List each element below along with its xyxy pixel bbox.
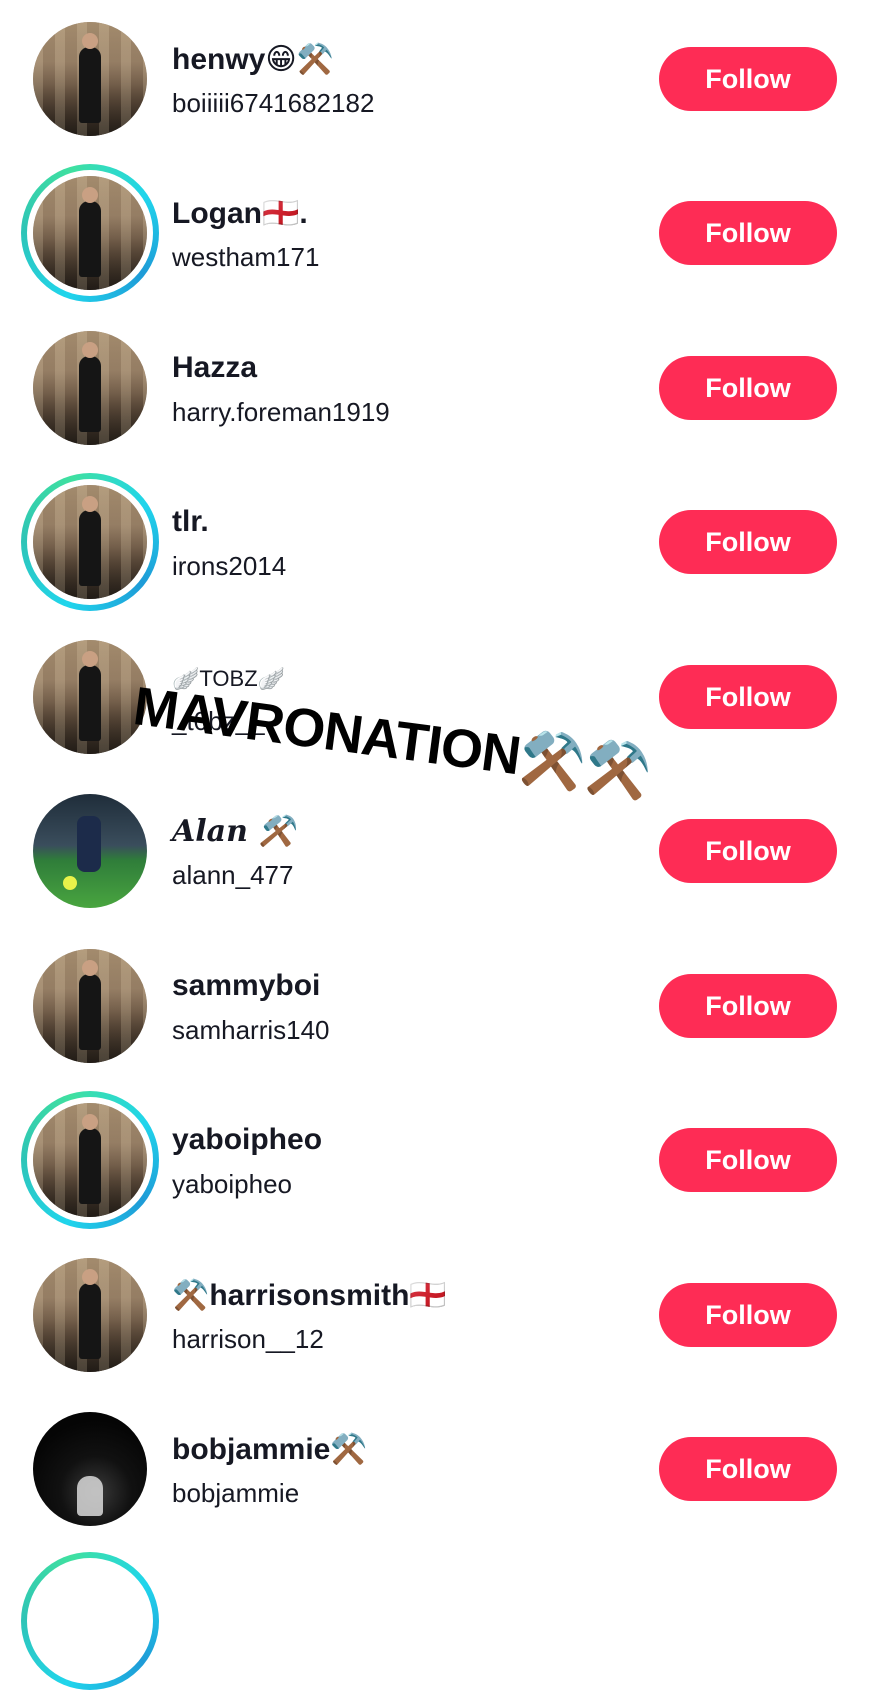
avatar[interactable] bbox=[33, 1412, 147, 1526]
list-item[interactable]: tlr. irons2014 Follow bbox=[0, 463, 888, 617]
username: harrison__12 bbox=[172, 1324, 324, 1354]
follow-button[interactable]: Follow bbox=[659, 510, 837, 574]
username: samharris140 bbox=[172, 1015, 330, 1045]
follow-button[interactable]: Follow bbox=[659, 1437, 837, 1501]
follow-button[interactable]: Follow bbox=[659, 356, 837, 420]
list-item[interactable]: bobjammie⚒️ bobjammie Follow bbox=[0, 1390, 888, 1544]
username: boiiiii6741682182 bbox=[172, 88, 375, 118]
display-name: ⚒️harrisonsmith🏴󠁧󠁢󠁥󠁮󠁧󠁿 bbox=[172, 1279, 447, 1312]
username: harry.foreman1919 bbox=[172, 397, 390, 427]
username: bobjammie bbox=[172, 1478, 300, 1508]
avatar-image bbox=[33, 949, 147, 1063]
display-name: Logan🏴󠁧󠁢󠁥󠁮󠁧󠁿. bbox=[172, 197, 308, 230]
avatar[interactable] bbox=[21, 1091, 159, 1229]
follow-button[interactable]: Follow bbox=[659, 1128, 837, 1192]
list-item[interactable]: Alan ⚒️ alann_477 Follow bbox=[0, 772, 888, 926]
avatar[interactable] bbox=[33, 949, 147, 1063]
avatar[interactable] bbox=[33, 1258, 147, 1372]
avatar-image bbox=[33, 176, 147, 290]
avatar[interactable] bbox=[21, 473, 159, 611]
display-name: tlr. bbox=[172, 505, 209, 538]
follow-button[interactable]: Follow bbox=[659, 974, 837, 1038]
display-name: Hazza bbox=[172, 351, 258, 384]
avatar[interactable] bbox=[33, 22, 147, 136]
list-item[interactable]: yaboipheo yaboipheo Follow bbox=[0, 1081, 888, 1235]
username: westham171 bbox=[172, 242, 320, 272]
display-name: yaboipheo bbox=[172, 1123, 323, 1156]
avatar-image bbox=[33, 22, 147, 136]
display-name: sammyboi bbox=[172, 969, 321, 1002]
avatar[interactable] bbox=[21, 164, 159, 302]
follow-button[interactable]: Follow bbox=[659, 47, 837, 111]
follow-button[interactable]: Follow bbox=[659, 665, 837, 729]
avatar-partial[interactable] bbox=[21, 1552, 159, 1690]
follow-button[interactable]: Follow bbox=[659, 1283, 837, 1347]
follow-button[interactable]: Follow bbox=[659, 201, 837, 265]
display-name: Alan ⚒️ bbox=[172, 814, 296, 849]
display-name: henwy😁⚒️ bbox=[172, 43, 334, 76]
username: alann_477 bbox=[172, 860, 294, 890]
display-name: bobjammie⚒️ bbox=[172, 1433, 368, 1466]
avatar-image bbox=[33, 331, 147, 445]
avatar-image bbox=[33, 794, 147, 908]
avatar-image bbox=[33, 1258, 147, 1372]
username: yaboipheo bbox=[172, 1169, 292, 1199]
avatar-image bbox=[33, 1412, 147, 1526]
list-item[interactable]: Hazza harry.foreman1919 Follow bbox=[0, 309, 888, 463]
list-item[interactable]: henwy😁⚒️ boiiiii6741682182 Follow bbox=[0, 0, 888, 154]
list-item[interactable]: ⚒️harrisonsmith🏴󠁧󠁢󠁥󠁮󠁧󠁿 harrison__12 Foll… bbox=[0, 1236, 888, 1390]
list-item[interactable]: sammyboi samharris140 Follow bbox=[0, 927, 888, 1081]
avatar-image bbox=[33, 485, 147, 599]
avatar-image bbox=[33, 1103, 147, 1217]
list-item[interactable]: Logan🏴󠁧󠁢󠁥󠁮󠁧󠁿. westham171 Follow bbox=[0, 154, 888, 308]
username: irons2014 bbox=[172, 551, 287, 581]
avatar[interactable] bbox=[33, 331, 147, 445]
follow-button[interactable]: Follow bbox=[659, 819, 837, 883]
avatar[interactable] bbox=[33, 794, 147, 908]
